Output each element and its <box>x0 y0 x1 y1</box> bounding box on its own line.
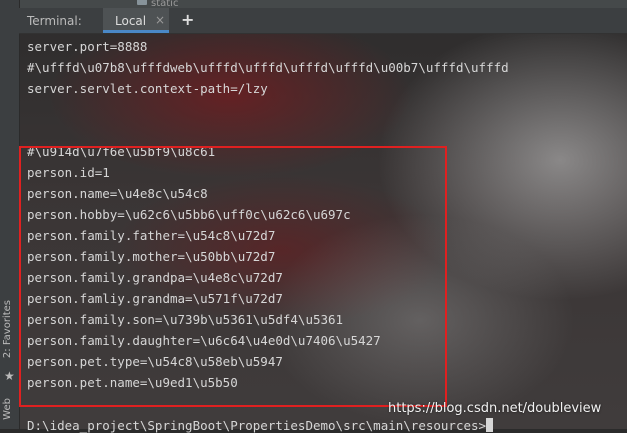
web-side-tab[interactable]: Web <box>2 398 17 420</box>
terminal-title: Terminal: <box>27 14 82 28</box>
terminal-tab-bar: Terminal: Local × + <box>19 8 627 34</box>
terminal-prompt[interactable]: D:\idea_project\SpringBoot\PropertiesDem… <box>27 418 494 433</box>
active-tab-indicator <box>103 30 169 33</box>
terminal-line: server.servlet.context-path=/lzy <box>27 81 268 96</box>
star-icon[interactable]: ★ <box>4 370 16 382</box>
project-tree-strip: static <box>19 0 627 9</box>
left-tool-strip: 2: Favorites ★ Web <box>0 0 20 429</box>
favorites-side-tab[interactable]: 2: Favorites <box>2 300 17 358</box>
folder-icon <box>137 0 147 5</box>
watermark-url: https://blog.csdn.net/doubleview <box>388 401 602 416</box>
annotation-highlight-box <box>19 146 447 407</box>
tab-local-label: Local <box>115 14 147 28</box>
terminal-line: server.port=8888 <box>27 39 148 54</box>
terminal-line: #\ufffd\u07b8\ufffdweb\ufffd\ufffd\ufffd… <box>27 60 509 75</box>
new-tab-button[interactable]: + <box>181 10 194 29</box>
close-icon[interactable]: × <box>155 13 165 27</box>
tab-local[interactable]: Local × <box>103 8 169 33</box>
text-cursor <box>486 418 494 432</box>
prompt-path: D:\idea_project\SpringBoot\PropertiesDem… <box>27 418 487 433</box>
